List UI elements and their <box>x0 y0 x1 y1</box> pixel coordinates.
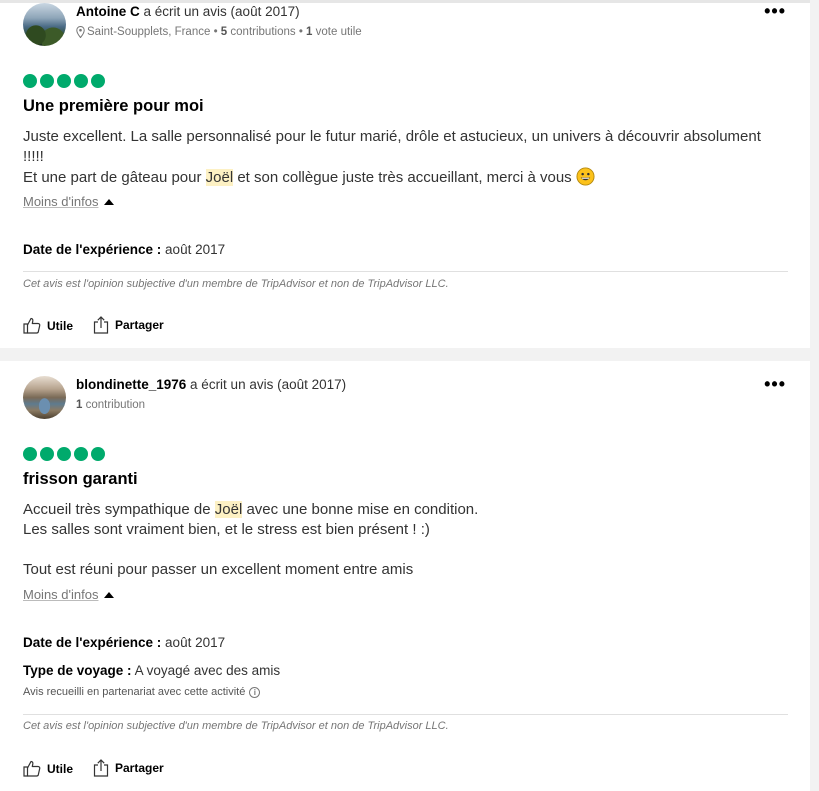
review-text: Accueil très sympathique de <box>23 501 215 518</box>
less-info-toggle[interactable]: Moins d'infos <box>23 194 115 209</box>
trip-type: Type de voyage : A voyagé avec des amis <box>23 663 280 678</box>
rating-bubble <box>23 447 37 461</box>
helpful-button[interactable]: Utile <box>23 317 73 334</box>
location-pin-icon <box>76 26 85 38</box>
highlighted-keyword: Joël <box>205 169 234 186</box>
experience-date: Date de l'expérience : août 2017 <box>23 242 225 257</box>
contributions-label: contributions <box>230 26 296 38</box>
experience-date-label: Date de l'expérience : <box>23 242 162 257</box>
helpful-label: Utile <box>47 761 74 776</box>
thumbs-up-icon <box>23 317 41 334</box>
divider <box>23 714 788 715</box>
more-options-icon[interactable]: ••• <box>764 375 786 393</box>
thumbs-up-icon <box>23 760 41 777</box>
review-card: Antoine C a écrit un avis (août 2017) Sa… <box>0 0 810 348</box>
disclaimer: Cet avis est l'opinion subjective d'un m… <box>23 278 449 290</box>
review-text-line: Tout est réuni pour passer un excellent … <box>23 561 414 578</box>
review-body: Juste excellent. La salle personnalisé p… <box>23 127 763 188</box>
experience-date-value: août 2017 <box>165 635 226 650</box>
share-icon <box>93 759 109 777</box>
review-separator <box>0 348 810 361</box>
highlighted-keyword: Joël <box>214 501 243 518</box>
rating-bubble <box>40 74 54 88</box>
helpful-votes-label: vote utile <box>315 26 362 38</box>
author-action: a écrit un avis (août 2017) <box>143 4 300 19</box>
rating-bubble <box>23 74 37 88</box>
experience-date-value: août 2017 <box>165 242 226 257</box>
author-line: blondinette_1976 a écrit un avis (août 2… <box>76 377 346 392</box>
rating-bubble <box>74 447 88 461</box>
less-info-label: Moins d'infos <box>23 587 99 602</box>
review-card: blondinette_1976 a écrit un avis (août 2… <box>0 361 810 791</box>
trip-type-value: A voyagé avec des amis <box>134 663 281 678</box>
rating-bubble <box>91 74 105 88</box>
avatar[interactable] <box>23 3 66 46</box>
helpful-label: Utile <box>47 318 74 333</box>
more-options-icon[interactable]: ••• <box>764 2 786 20</box>
review-text-line: Juste excellent. La salle personnalisé p… <box>23 128 761 165</box>
partner-note-text: Avis recueilli en partenariat avec cette… <box>23 686 246 698</box>
rating-bubble <box>40 447 54 461</box>
less-info-toggle[interactable]: Moins d'infos <box>23 587 115 602</box>
rating-bubble <box>91 447 105 461</box>
partner-note: Avis recueilli en partenariat avec cette… <box>23 686 261 698</box>
disclaimer: Cet avis est l'opinion subjective d'un m… <box>23 720 449 732</box>
share-icon <box>93 316 109 334</box>
experience-date: Date de l'expérience : août 2017 <box>23 635 225 650</box>
review-title[interactable]: frisson garanti <box>23 470 138 489</box>
rating-bubble <box>74 74 88 88</box>
avatar[interactable] <box>23 376 66 419</box>
author-location: Saint-Soupplets, France <box>87 26 211 38</box>
scroll-gutter <box>810 0 819 791</box>
author-line: Antoine C a écrit un avis (août 2017) <box>76 4 300 19</box>
rating-bubbles <box>23 447 105 461</box>
author-action: a écrit un avis (août 2017) <box>190 377 347 392</box>
trip-type-label: Type de voyage : <box>23 663 132 678</box>
review-text: Et une part de gâteau pour <box>23 169 206 186</box>
share-button[interactable]: Partager <box>93 316 164 334</box>
helpful-button[interactable]: Utile <box>23 760 73 777</box>
review-text-line: Les salles sont vraiment bien, et le str… <box>23 521 430 538</box>
contributions-label: contribution <box>85 399 146 411</box>
reviews-page: Antoine C a écrit un avis (août 2017) Sa… <box>0 0 819 791</box>
review-body: Accueil très sympathique de Joël avec un… <box>23 500 763 580</box>
rating-bubble <box>57 447 71 461</box>
author-name[interactable]: Antoine C <box>76 4 140 19</box>
rating-bubbles <box>23 74 105 88</box>
share-label: Partager <box>115 761 164 775</box>
rating-bubble <box>57 74 71 88</box>
author-meta: 1 contribution <box>76 399 145 411</box>
grinning-face-emoji-icon <box>576 167 595 186</box>
share-button[interactable]: Partager <box>93 759 164 777</box>
experience-date-label: Date de l'expérience : <box>23 635 162 650</box>
less-info-label: Moins d'infos <box>23 194 99 209</box>
review-text: avec une bonne mise en condition. <box>242 501 479 518</box>
info-icon[interactable]: i <box>249 686 261 698</box>
share-label: Partager <box>115 318 164 332</box>
review-text: et son collègue juste très accueillant, … <box>233 169 576 186</box>
divider <box>23 271 788 272</box>
author-meta: Saint-Soupplets, France • 5 contribution… <box>76 26 362 38</box>
author-name[interactable]: blondinette_1976 <box>76 377 186 392</box>
caret-up-icon <box>104 198 115 205</box>
review-title[interactable]: Une première pour moi <box>23 97 204 116</box>
caret-up-icon <box>104 591 115 598</box>
